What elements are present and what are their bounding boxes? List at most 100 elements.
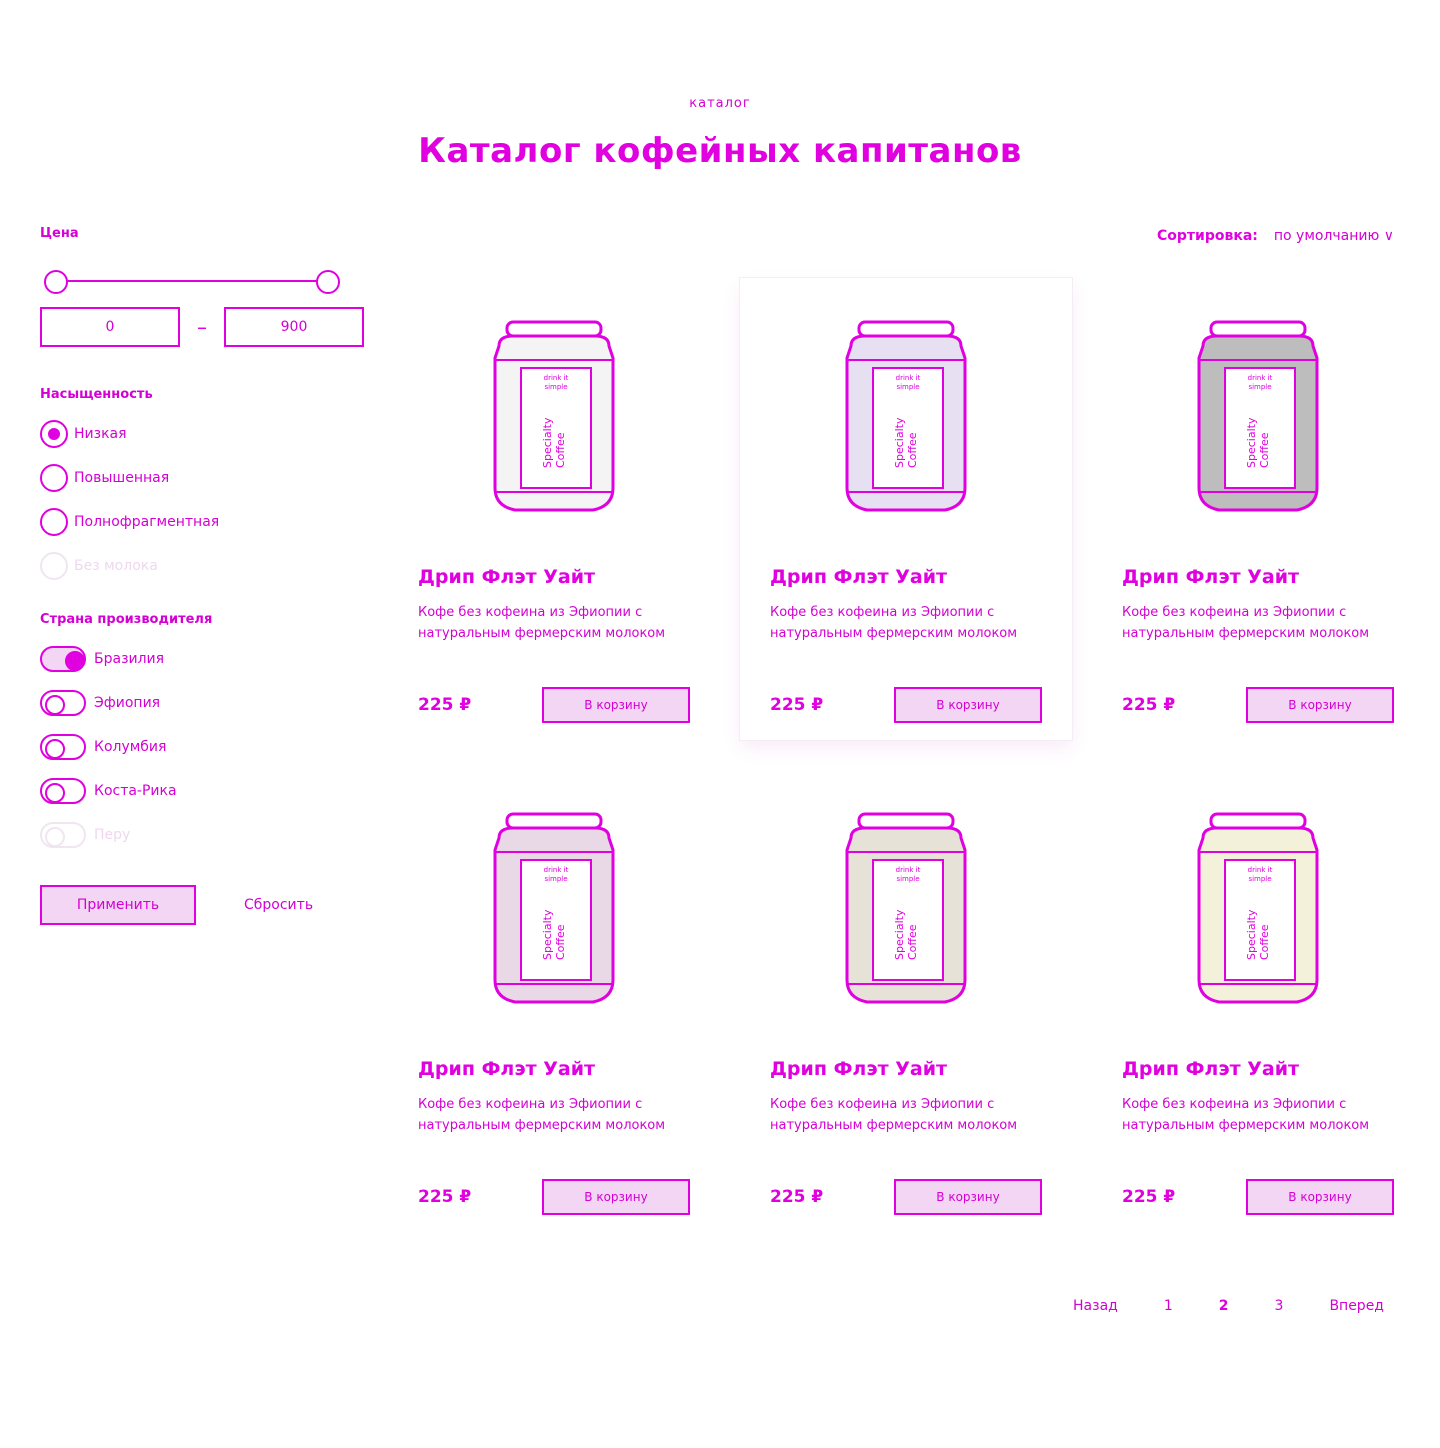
product-card: drink it simple Specialty Coffee Дрип Флэт У…: [388, 770, 720, 1232]
svg-text:drink it: drink it: [896, 866, 921, 874]
sort-dropdown[interactable]: по умолчанию ∨: [1274, 228, 1394, 244]
filters-sidebar: Цена 0 – 900 Насыщенность Низкая Повышенн…: [40, 226, 370, 925]
origin-filter-title: Страна производителя: [40, 612, 213, 627]
saturation-filter-title: Насыщенность: [40, 387, 153, 402]
product-description: Кофе без кофеина из Эфиопии с натуральны…: [1122, 605, 1370, 641]
svg-text:Coffee: Coffee: [906, 924, 919, 960]
product-image: drink it simple Specialty Coffee: [770, 318, 1042, 538]
origin-option-label: Коста-Рика: [94, 783, 177, 799]
product-name[interactable]: Дрип Флэт Уайт: [418, 1058, 690, 1080]
product-description: Кофе без кофеина из Эфиопии с натуральны…: [418, 605, 666, 641]
product-name[interactable]: Дрип Флэт Уайт: [770, 566, 1042, 588]
svg-text:simple: simple: [544, 875, 567, 883]
saturation-option-label: Без молока: [74, 558, 158, 574]
product-footer: 225 ₽ В корзину: [770, 687, 1042, 723]
add-to-cart-button[interactable]: В корзину: [1246, 687, 1394, 723]
add-to-cart-button[interactable]: В корзину: [542, 1179, 690, 1215]
pagination-prev[interactable]: Назад: [1073, 1298, 1118, 1314]
price-filter-title: Цена: [40, 226, 79, 241]
product-price: 225 ₽: [770, 1187, 824, 1207]
price-separator: –: [197, 315, 207, 339]
product-card: drink it simple Specialty Coffee Дрип Флэт У…: [740, 278, 1072, 740]
product-image: drink it simple Specialty Coffee: [1122, 318, 1394, 538]
svg-text:drink it: drink it: [896, 374, 921, 382]
saturation-option[interactable]: Низкая: [40, 412, 370, 456]
product-image: drink it simple Specialty Coffee: [770, 810, 1042, 1030]
svg-text:Specialty: Specialty: [1245, 909, 1258, 960]
price-range-track: [56, 280, 324, 282]
product-price: 225 ₽: [1122, 1187, 1176, 1207]
product-card: drink it simple Specialty Coffee Дрип Флэт У…: [388, 278, 720, 740]
saturation-option-label: Полнофрагментная: [74, 514, 220, 530]
toggle-switch[interactable]: [40, 734, 86, 760]
sort-control[interactable]: Сортировка: по умолчанию ∨: [1157, 228, 1394, 244]
price-range-slider[interactable]: [40, 267, 340, 297]
product-card: drink it simple Specialty Coffee Дрип Флэт У…: [1092, 278, 1424, 740]
toggle-switch[interactable]: [40, 690, 86, 716]
svg-text:Specialty: Specialty: [893, 909, 906, 960]
origin-options: Бразилия Эфиопия Колумбия Коста-Рика Перу: [40, 637, 370, 857]
product-description: Кофе без кофеина из Эфиопии с натуральны…: [1122, 1097, 1370, 1133]
origin-option[interactable]: Эфиопия: [40, 681, 370, 725]
add-to-cart-button[interactable]: В корзину: [1246, 1179, 1394, 1215]
product-footer: 225 ₽ В корзину: [418, 1179, 690, 1215]
price-range-min-handle[interactable]: [44, 270, 68, 294]
origin-option[interactable]: Коста-Рика: [40, 769, 370, 813]
product-price: 225 ₽: [418, 1187, 472, 1207]
svg-text:simple: simple: [544, 383, 567, 391]
saturation-option[interactable]: Повышенная: [40, 456, 370, 500]
svg-text:Coffee: Coffee: [1258, 924, 1271, 960]
saturation-options: Низкая Повышенная Полнофрагментная Без моло…: [40, 412, 370, 588]
radio-button[interactable]: [40, 508, 68, 536]
svg-text:Specialty: Specialty: [541, 909, 554, 960]
pagination-page[interactable]: 3: [1275, 1298, 1284, 1314]
toggle-switch: [40, 822, 86, 848]
origin-option-label: Перу: [94, 827, 131, 843]
product-image: drink it simple Specialty Coffee: [418, 810, 690, 1030]
filter-actions: Применить Сбросить: [40, 885, 370, 925]
svg-text:simple: simple: [896, 383, 919, 391]
add-to-cart-button[interactable]: В корзину: [542, 687, 690, 723]
svg-text:Coffee: Coffee: [906, 432, 919, 468]
add-to-cart-button[interactable]: В корзину: [894, 687, 1042, 723]
product-name[interactable]: Дрип Флэт Уайт: [770, 1058, 1042, 1080]
svg-text:drink it: drink it: [544, 374, 569, 382]
product-description: Кофе без кофеина из Эфиопии с натуральны…: [418, 1097, 666, 1133]
page-kicker: каталог: [689, 96, 751, 111]
coffee-can-image: drink itsimple Specialty Coffee: [845, 812, 967, 1004]
svg-text:simple: simple: [896, 875, 919, 883]
radio-button[interactable]: [40, 464, 68, 492]
pagination-page[interactable]: 2: [1219, 1298, 1229, 1314]
product-name[interactable]: Дрип Флэт Уайт: [418, 566, 690, 588]
price-range-max-handle[interactable]: [316, 270, 340, 294]
product-footer: 225 ₽ В корзину: [1122, 1179, 1394, 1215]
product-name[interactable]: Дрип Флэт Уайт: [1122, 1058, 1394, 1080]
reset-filters-button[interactable]: Сбросить: [244, 897, 313, 913]
apply-filters-button[interactable]: Применить: [40, 885, 196, 925]
page-header: каталог Каталог кофейных капитанов: [0, 96, 1440, 171]
coffee-can-image: drink itsimple Specialty Coffee: [1197, 812, 1319, 1004]
origin-option[interactable]: Бразилия: [40, 637, 370, 681]
svg-text:simple: simple: [1248, 383, 1271, 391]
product-card: drink it simple Specialty Coffee Дрип Флэт У…: [1092, 770, 1424, 1232]
radio-button[interactable]: [40, 420, 68, 448]
toggle-switch[interactable]: [40, 778, 86, 804]
product-description: Кофе без кофеина из Эфиопии с натуральны…: [770, 605, 1018, 641]
svg-text:Coffee: Coffee: [554, 924, 567, 960]
product-name[interactable]: Дрип Флэт Уайт: [1122, 566, 1394, 588]
pagination-next[interactable]: Вперед: [1329, 1298, 1384, 1314]
price-max-input[interactable]: 900: [224, 307, 364, 347]
pagination-page[interactable]: 1: [1164, 1298, 1173, 1314]
radio-button: [40, 552, 68, 580]
price-inputs: 0 – 900: [40, 307, 370, 347]
toggle-switch[interactable]: [40, 646, 86, 672]
origin-option[interactable]: Колумбия: [40, 725, 370, 769]
price-min-input[interactable]: 0: [40, 307, 180, 347]
svg-text:drink it: drink it: [1248, 866, 1273, 874]
saturation-option-label: Низкая: [74, 426, 127, 442]
origin-option-label: Эфиопия: [94, 695, 161, 711]
product-description: Кофе без кофеина из Эфиопии с натуральны…: [770, 1097, 1018, 1133]
svg-text:Coffee: Coffee: [1258, 432, 1271, 468]
add-to-cart-button[interactable]: В корзину: [894, 1179, 1042, 1215]
saturation-option[interactable]: Полнофрагментная: [40, 500, 370, 544]
